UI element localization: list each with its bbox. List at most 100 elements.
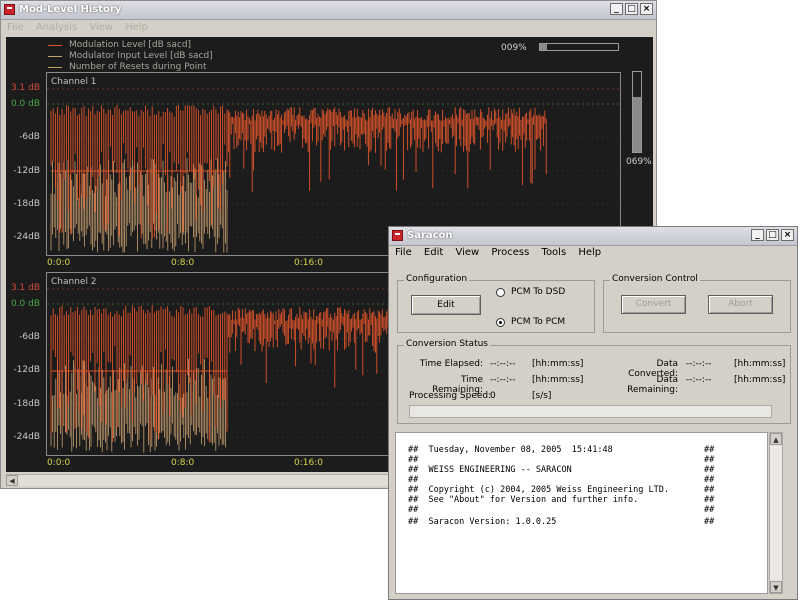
progress-bar xyxy=(539,43,619,51)
console-line-end: ## xyxy=(704,465,715,475)
legend-swatch xyxy=(48,45,62,46)
y-label: -6dB xyxy=(19,132,40,142)
y-label: -24dB xyxy=(13,232,40,242)
group-label: Configuration xyxy=(404,274,470,284)
level-meter xyxy=(632,71,642,153)
legend-item: Modulator Input Level [dB sacd] xyxy=(48,51,213,62)
console-line-end: ## xyxy=(704,455,715,465)
y-label: -24dB xyxy=(13,432,40,442)
processing-speed-unit: [s/s] xyxy=(532,391,552,401)
data-remaining-unit: [hh:mm:ss] xyxy=(734,375,786,385)
console-line: ## WEISS ENGINEERING -- SARACON xyxy=(408,465,572,475)
group-label: Conversion Status xyxy=(404,339,490,349)
y-label: -12dB xyxy=(13,365,40,375)
console-line: ## See "About" for Version and further i… xyxy=(408,495,639,505)
minimize-button[interactable]: _ xyxy=(751,229,764,241)
y-label: -18dB xyxy=(13,199,40,209)
y-label: -12dB xyxy=(13,166,40,176)
menu-view[interactable]: View xyxy=(455,247,479,258)
configuration-group: Configuration Edit PCM To DSD PCM To PCM xyxy=(397,274,595,333)
console-line-end: ## xyxy=(704,495,715,505)
y-label: 3.1 dB xyxy=(10,83,40,93)
radio-label: PCM To DSD xyxy=(511,287,566,297)
console-line-end: ## xyxy=(704,517,715,527)
y-label: 0.0 dB xyxy=(10,299,40,309)
legend: Modulation Level [dB sacd] Modulator Inp… xyxy=(48,40,213,73)
y-label: -18dB xyxy=(13,399,40,409)
radio-label: PCM To PCM xyxy=(511,317,566,327)
console-line-end: ## xyxy=(704,445,715,455)
menu-analysis[interactable]: Analysis xyxy=(36,22,77,33)
legend-swatch xyxy=(48,56,62,57)
console-line: ## xyxy=(408,505,419,515)
title-bar[interactable]: Saracon _ □ × xyxy=(389,227,797,246)
level-fill xyxy=(633,96,641,152)
conversion-progress-bar xyxy=(409,405,772,418)
y-label: -6dB xyxy=(19,332,40,342)
data-remaining-value: --:--:-- xyxy=(686,375,712,385)
console-log[interactable]: ## Tuesday, November 08, 2005 15:41:48 #… xyxy=(395,432,768,594)
maximize-button[interactable]: □ xyxy=(766,229,779,241)
data-converted-value: --:--:-- xyxy=(686,359,712,369)
saracon-window: Saracon _ □ × File Edit View Process Too… xyxy=(388,226,798,600)
scroll-down-icon[interactable]: ▼ xyxy=(770,581,782,593)
edit-button[interactable]: Edit xyxy=(411,295,481,315)
legend-item: Modulation Level [dB sacd] xyxy=(48,40,213,51)
x-label: 0:8:0 xyxy=(171,458,195,468)
processing-speed-value: 0 xyxy=(490,391,496,401)
maximize-button[interactable]: □ xyxy=(625,3,638,15)
scroll-up-icon[interactable]: ▲ xyxy=(770,433,782,445)
window-title: Mod-Level History xyxy=(19,4,122,15)
radio-pcm-to-pcm[interactable]: PCM To PCM xyxy=(496,317,565,327)
console-scrollbar[interactable]: ▲ ▼ xyxy=(769,432,783,594)
console-line-end: ## xyxy=(704,475,715,485)
x-label: 0:16:0 xyxy=(294,258,323,268)
abort-button[interactable]: Abort xyxy=(708,295,773,314)
console-line-end: ## xyxy=(704,485,715,495)
console-line: ## Copyright (c) 2004, 2005 Weiss Engine… xyxy=(408,485,669,495)
legend-label: Modulator Input Level [dB sacd] xyxy=(69,51,213,61)
menu-file[interactable]: File xyxy=(395,247,412,258)
window-title: Saracon xyxy=(407,230,453,241)
time-elapsed-label: Time Elapsed: xyxy=(419,359,483,369)
console-line: ## xyxy=(408,455,419,465)
menu-file[interactable]: File xyxy=(7,22,24,33)
time-elapsed-unit: [hh:mm:ss] xyxy=(532,359,584,369)
time-remaining-value: --:--:-- xyxy=(490,375,516,385)
x-label: 0:0:0 xyxy=(47,458,71,468)
menu-process[interactable]: Process xyxy=(491,247,529,258)
time-elapsed-value: --:--:-- xyxy=(490,359,516,369)
channel-title: Channel 1 xyxy=(51,77,97,87)
y-label: 3.1 dB xyxy=(10,283,40,293)
menu-edit[interactable]: Edit xyxy=(424,247,443,258)
menu-help[interactable]: Help xyxy=(125,22,148,33)
close-button[interactable]: × xyxy=(640,3,653,15)
close-button[interactable]: × xyxy=(781,229,794,241)
radio-icon xyxy=(496,287,505,297)
convert-button[interactable]: Convert xyxy=(621,295,686,314)
minimize-button[interactable]: _ xyxy=(610,3,623,15)
progress-fill xyxy=(540,44,548,50)
scroll-left-icon[interactable]: ◀ xyxy=(6,475,18,486)
app-icon[interactable] xyxy=(4,4,15,15)
x-label: 0:0:0 xyxy=(47,258,71,268)
conversion-control-group: Conversion Control Convert Abort xyxy=(603,274,791,333)
menu-help[interactable]: Help xyxy=(578,247,601,258)
time-remaining-unit: [hh:mm:ss] xyxy=(532,375,584,385)
processing-speed-label: Processing Speed: xyxy=(409,391,492,401)
data-converted-unit: [hh:mm:ss] xyxy=(734,359,786,369)
console-line: ## Saracon Version: 1.0.0.25 xyxy=(408,517,557,527)
title-bar[interactable]: Mod-Level History _ □ × xyxy=(1,1,656,20)
console-line: ## xyxy=(408,475,419,485)
radio-pcm-to-dsd[interactable]: PCM To DSD xyxy=(496,287,565,297)
y-label: 0.0 dB xyxy=(10,99,40,109)
console-line-end: ## xyxy=(704,505,715,515)
menu-view[interactable]: View xyxy=(89,22,113,33)
app-icon[interactable] xyxy=(392,230,403,241)
channel-title: Channel 2 xyxy=(51,277,97,287)
menu-tools[interactable]: Tools xyxy=(542,247,567,258)
radio-selected-icon xyxy=(496,317,505,327)
menu-bar: File Edit View Process Tools Help xyxy=(389,245,797,261)
legend-label: Modulation Level [dB sacd] xyxy=(69,40,192,50)
legend-swatch xyxy=(48,67,62,68)
